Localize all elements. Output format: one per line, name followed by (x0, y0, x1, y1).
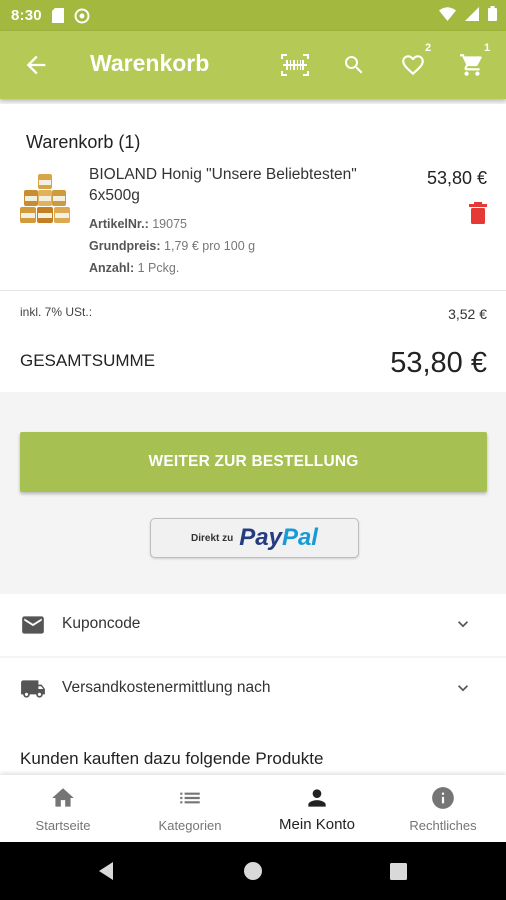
status-bar: 8:30 (0, 0, 506, 31)
person-icon (304, 785, 330, 811)
total-label: GESAMTSUMME (20, 351, 156, 370)
nav-item-mein-konto[interactable]: Mein Konto (254, 775, 380, 842)
page-title: Warenkorb (90, 50, 210, 76)
tax-label: inkl. 7% USt.: (20, 305, 93, 319)
system-navigation-bar (0, 842, 506, 900)
bottom-navigation: Startseite Kategorien Mein Konto Rechtli… (0, 775, 506, 842)
home-icon (50, 785, 76, 811)
nav-label: Kategorien (158, 818, 222, 833)
search-icon[interactable] (338, 49, 370, 81)
shipping-cost-row[interactable]: Versandkostenermittlung nach (0, 658, 506, 720)
nav-label: Startseite (35, 818, 91, 833)
quantity-row: Anzahl: 1 Pckg. (89, 261, 179, 275)
app-bar: Warenkorb 2 1 (0, 31, 506, 99)
base-price-label: Grundpreis: (89, 239, 161, 253)
info-icon (430, 785, 456, 811)
product-name[interactable]: BIOLAND Honig "Unsere Beliebtesten" 6x50… (89, 164, 389, 206)
continue-to-order-button[interactable]: WEITER ZUR BESTELLUNG (20, 432, 487, 492)
nav-item-kategorien[interactable]: Kategorien (127, 775, 253, 842)
product-image[interactable] (20, 174, 70, 224)
status-time: 8:30 (11, 7, 42, 24)
battery-icon (488, 6, 497, 25)
wifi-icon (439, 6, 456, 25)
coupon-row[interactable]: Kuponcode (0, 594, 506, 656)
article-number-row: ArtikelNr.: 19075 (89, 217, 187, 231)
truck-icon (19, 676, 47, 702)
quantity-value: 1 Pckg. (137, 261, 180, 275)
back-triangle-icon[interactable] (96, 861, 116, 886)
list-icon (177, 785, 203, 811)
paypal-checkout-button[interactable]: Direkt zu Pay Pal (150, 518, 359, 558)
wishlist-badge: 2 (425, 42, 432, 54)
barcode-scanner-icon[interactable] (279, 49, 311, 81)
article-number-value: 19075 (152, 217, 187, 231)
paypal-logo-pal: Pal (281, 524, 318, 551)
tax-value: 3,52 € (448, 306, 487, 322)
delete-icon[interactable] (469, 202, 487, 224)
nav-label: Mein Konto (279, 816, 355, 833)
divider (0, 290, 506, 291)
signal-icon (465, 6, 479, 25)
cart-card: Warenkorb (1) BIOLAND Honig "Unsere Beli… (0, 104, 506, 392)
base-price-row: Grundpreis: 1,79 € pro 100 g (89, 239, 255, 253)
product-price: 53,80 € (426, 168, 487, 188)
total-value: 53,80 € (390, 347, 487, 379)
mail-icon (19, 612, 47, 638)
base-price-value: 1,79 € pro 100 g (164, 239, 256, 253)
coupon-label: Kuponcode (62, 615, 141, 632)
home-circle-icon[interactable] (243, 861, 263, 886)
also-bought-section: Kunden kauften dazu folgende Produkte (0, 720, 506, 778)
nav-item-startseite[interactable]: Startseite (0, 775, 126, 842)
chevron-down-icon[interactable] (453, 678, 473, 698)
sd-card-icon (51, 8, 64, 23)
nav-label: Rechtliches (409, 818, 477, 833)
nav-item-rechtliches[interactable]: Rechtliches (380, 775, 506, 842)
paypal-logo-pay: Pay (239, 524, 282, 551)
shipping-cost-label: Versandkostenermittlung nach (62, 679, 271, 696)
article-number-label: ArtikelNr.: (89, 217, 149, 231)
back-arrow-icon[interactable] (22, 51, 50, 79)
cart-heading: Warenkorb (1) (26, 132, 141, 152)
also-bought-heading: Kunden kauften dazu folgende Produkte (20, 749, 324, 768)
quantity-label: Anzahl: (89, 261, 135, 275)
paypal-prefix: Direkt zu (191, 532, 234, 544)
at-sign-icon (74, 8, 90, 24)
recents-square-icon[interactable] (390, 863, 407, 885)
cart-badge: 1 (484, 42, 491, 54)
chevron-down-icon[interactable] (453, 614, 473, 634)
